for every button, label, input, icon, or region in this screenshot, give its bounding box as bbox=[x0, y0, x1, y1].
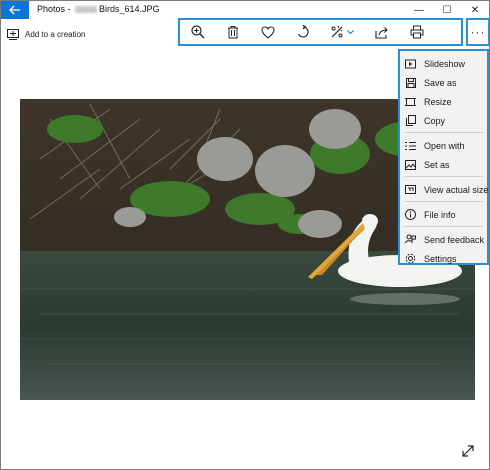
print-button[interactable] bbox=[399, 20, 434, 44]
close-button[interactable]: ✕ bbox=[461, 1, 489, 19]
feedback-icon bbox=[405, 234, 416, 245]
menu-separator bbox=[404, 201, 483, 202]
menu-item-save-as[interactable]: Save as bbox=[400, 73, 487, 92]
resize-icon bbox=[405, 96, 416, 107]
redacted-text bbox=[75, 5, 98, 13]
app-name: Photos bbox=[37, 4, 66, 14]
title-bar: Photos - Birds_614.JPG — ☐ ✕ bbox=[1, 1, 489, 19]
settings-icon bbox=[405, 253, 416, 264]
menu-item-set-as[interactable]: Set as bbox=[400, 155, 487, 174]
chevron-down-icon bbox=[347, 29, 354, 34]
menu-item-settings[interactable]: Settings bbox=[400, 249, 487, 268]
edit-icon bbox=[331, 25, 343, 38]
open-with-icon bbox=[405, 140, 416, 151]
share-button[interactable] bbox=[364, 20, 399, 44]
see-more-button[interactable]: ··· bbox=[466, 18, 490, 46]
print-icon bbox=[410, 25, 423, 39]
edit-create-button[interactable] bbox=[320, 20, 364, 44]
zoom-in-icon bbox=[190, 25, 204, 39]
share-icon bbox=[374, 26, 388, 39]
menu-item-open-with[interactable]: Open with bbox=[400, 136, 487, 155]
favorite-button[interactable] bbox=[250, 20, 285, 44]
file-name: Birds_614.JPG bbox=[99, 4, 160, 14]
save-icon bbox=[405, 77, 416, 88]
image-toolbar bbox=[178, 18, 463, 46]
zoom-button[interactable] bbox=[180, 20, 215, 44]
menu-item-view-actual-size[interactable]: View actual size bbox=[400, 180, 488, 199]
rotate-icon bbox=[297, 25, 309, 38]
menu-item-copy[interactable]: Copy bbox=[400, 111, 487, 130]
actual-size-icon bbox=[405, 184, 416, 195]
photos-window: Photos - Birds_614.JPG — ☐ ✕ Add to a cr… bbox=[0, 0, 490, 470]
rotate-button[interactable] bbox=[285, 20, 320, 44]
add-to-creation-label: Add to a creation bbox=[25, 29, 86, 39]
menu-separator bbox=[404, 226, 483, 227]
menu-item-resize[interactable]: Resize bbox=[400, 92, 487, 111]
slideshow-icon bbox=[405, 58, 416, 69]
see-more-menu: Slideshow Save as Resize Copy Open with … bbox=[398, 49, 489, 265]
menu-separator bbox=[404, 176, 483, 177]
menu-separator bbox=[404, 132, 483, 133]
favorite-icon bbox=[260, 25, 275, 39]
add-to-creation-button[interactable]: Add to a creation bbox=[7, 27, 85, 41]
info-icon bbox=[405, 209, 416, 220]
minimize-button[interactable]: — bbox=[405, 1, 433, 19]
window-title: Photos - Birds_614.JPG bbox=[37, 4, 160, 14]
maximize-button[interactable]: ☐ bbox=[433, 1, 461, 19]
copy-icon bbox=[405, 115, 416, 126]
back-arrow-icon bbox=[9, 5, 20, 15]
back-button[interactable] bbox=[1, 1, 29, 19]
menu-item-send-feedback[interactable]: Send feedback bbox=[400, 230, 487, 249]
delete-icon bbox=[227, 26, 238, 39]
set-as-icon bbox=[405, 159, 416, 170]
delete-button[interactable] bbox=[215, 20, 250, 44]
add-creation-icon bbox=[7, 28, 19, 40]
menu-item-file-info[interactable]: File info bbox=[400, 205, 487, 224]
menu-item-slideshow[interactable]: Slideshow bbox=[400, 54, 487, 73]
full-screen-icon[interactable] bbox=[459, 442, 477, 460]
